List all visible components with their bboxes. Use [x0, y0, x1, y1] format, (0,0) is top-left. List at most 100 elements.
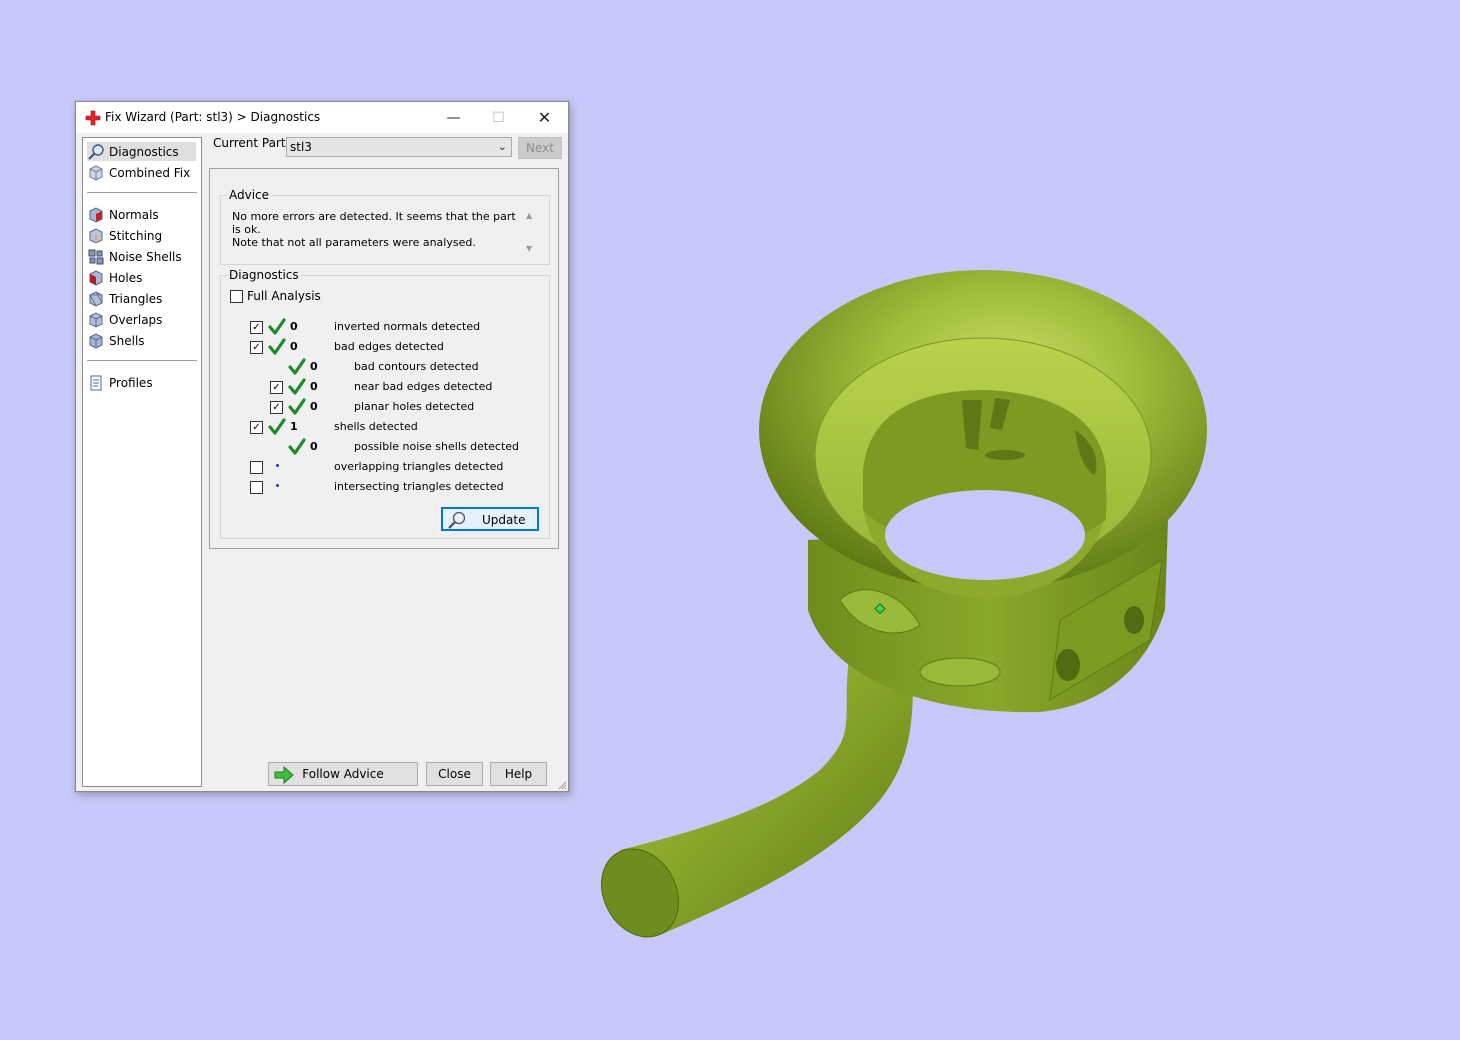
- current-part-value: stl3: [290, 140, 312, 154]
- title-bar[interactable]: Fix Wizard (Part: stl3) > Diagnostics — …: [76, 102, 568, 133]
- help-button-label: Help: [504, 767, 533, 781]
- current-part-label: Current Part:: [213, 136, 290, 150]
- close-window-button[interactable]: ✕: [522, 102, 567, 133]
- chevron-down-icon: ⌄: [497, 140, 507, 153]
- close-icon: ✕: [537, 108, 552, 127]
- row-label: bad contours detected: [354, 360, 479, 373]
- diagnostic-row: ✓ 1 shells detected: [221, 418, 549, 436]
- row-label: bad edges detected: [334, 340, 444, 353]
- close-button[interactable]: Close: [426, 762, 483, 786]
- row-checkbox[interactable]: [250, 481, 263, 494]
- update-button[interactable]: Update: [441, 507, 539, 531]
- normals-cube-icon: [89, 206, 103, 223]
- maximize-icon: ☐: [492, 109, 505, 126]
- nav-item-label: Profiles: [109, 375, 153, 390]
- nav-divider: [87, 192, 197, 193]
- triangles-cube-icon: [89, 290, 103, 307]
- nav-item-combined-fix[interactable]: Combined Fix: [87, 163, 190, 182]
- nav-item-overlaps[interactable]: Overlaps: [87, 310, 162, 329]
- nav-item-label: Noise Shells: [109, 249, 182, 264]
- follow-advice-button[interactable]: Follow Advice: [268, 762, 418, 786]
- stitching-cube-icon: [89, 227, 103, 244]
- nav-item-noise-shells[interactable]: Noise Shells: [87, 247, 182, 266]
- overlaps-cube-icon: [89, 311, 103, 328]
- green-arrow-right-icon: [274, 765, 294, 785]
- row-label: overlapping triangles detected: [334, 460, 504, 473]
- current-part-select[interactable]: stl3 ⌄: [286, 137, 512, 157]
- nav-item-label: Shells: [109, 333, 145, 348]
- green-check-icon: [288, 378, 306, 395]
- next-button[interactable]: Next: [518, 137, 562, 159]
- nav-item-label: Triangles: [109, 291, 163, 306]
- diagnostic-row: ✓ 0 inverted normals detected: [221, 318, 549, 336]
- diagnostic-row: overlapping triangles detected: [221, 458, 549, 476]
- diagnostics-panel: Advice No more errors are detected. It s…: [209, 168, 559, 549]
- row-checkbox[interactable]: ✓: [250, 421, 263, 434]
- full-analysis-option[interactable]: Full Analysis: [230, 289, 321, 303]
- diagnostics-title: Diagnostics: [227, 268, 301, 282]
- green-check-icon: [288, 438, 306, 455]
- noise-shells-icon: [88, 249, 104, 264]
- help-button[interactable]: Help: [490, 762, 547, 786]
- diagnostic-row: 0 bad contours detected: [221, 358, 549, 376]
- green-check-icon: [268, 318, 286, 335]
- diagnostic-row: ✓ 0 near bad edges detected: [221, 378, 549, 396]
- row-count: 0: [310, 400, 318, 413]
- nav-item-label: Overlaps: [109, 312, 163, 327]
- row-label: planar holes detected: [354, 400, 475, 413]
- next-button-label: Next: [526, 141, 554, 155]
- row-checkbox[interactable]: ✓: [250, 341, 263, 354]
- row-count: 0: [310, 440, 318, 453]
- red-cross-icon: [85, 110, 101, 126]
- maximize-button[interactable]: ☐: [476, 102, 521, 133]
- pending-dot-icon: [276, 484, 279, 487]
- green-check-icon: [288, 358, 306, 375]
- nav-item-triangles[interactable]: Triangles: [87, 289, 162, 308]
- row-checkbox[interactable]: ✓: [270, 401, 283, 414]
- shells-cube-icon: [89, 332, 103, 349]
- holes-cube-icon: [89, 269, 103, 286]
- follow-advice-label: Follow Advice: [302, 767, 384, 781]
- row-label: shells detected: [334, 420, 418, 433]
- row-count: 0: [290, 340, 298, 353]
- diagnostic-row: ✓ 0 bad edges detected: [221, 338, 549, 356]
- row-checkbox[interactable]: ✓: [250, 321, 263, 334]
- green-check-icon: [288, 398, 306, 415]
- scroll-down-icon[interactable]: ▼: [526, 244, 532, 253]
- minimize-icon: —: [446, 109, 461, 126]
- magnifier-icon: [88, 143, 104, 160]
- nav-item-shells[interactable]: Shells: [87, 331, 145, 350]
- row-label: possible noise shells detected: [354, 440, 520, 453]
- row-count: 0: [310, 360, 318, 373]
- minimize-button[interactable]: —: [431, 102, 476, 133]
- nav-item-normals[interactable]: Normals: [87, 205, 159, 224]
- row-checkbox[interactable]: [250, 461, 263, 474]
- advice-title: Advice: [227, 188, 272, 202]
- full-analysis-checkbox[interactable]: [230, 289, 243, 303]
- nav-item-label: Holes: [109, 270, 143, 285]
- resize-grip-icon[interactable]: [557, 780, 567, 790]
- nav-item-stitching[interactable]: Stitching: [87, 226, 162, 245]
- row-checkbox[interactable]: ✓: [270, 381, 283, 394]
- nav-item-label: Diagnostics: [109, 144, 179, 159]
- row-count: 0: [310, 380, 318, 393]
- row-label: inverted normals detected: [334, 320, 481, 333]
- scroll-up-icon[interactable]: ▲: [526, 211, 532, 220]
- row-count: 1: [290, 420, 298, 433]
- row-label: near bad edges detected: [354, 380, 493, 393]
- advice-group: Advice No more errors are detected. It s…: [220, 188, 550, 265]
- green-check-icon: [268, 338, 286, 355]
- nav-item-diagnostics[interactable]: Diagnostics: [87, 142, 196, 161]
- row-count: 0: [290, 320, 298, 333]
- advice-scrollbar[interactable]: ▲ ▼: [523, 210, 539, 254]
- magnifier-icon: [448, 511, 466, 529]
- wizard-nav: Diagnostics Combined Fix Normals Stitchi…: [82, 137, 202, 787]
- diagnostic-row: intersecting triangles detected: [221, 478, 549, 496]
- cube-icon: [89, 164, 103, 181]
- update-button-label: Update: [482, 513, 526, 527]
- nav-item-profiles[interactable]: Profiles: [87, 373, 153, 392]
- full-analysis-label: Full Analysis: [247, 289, 321, 303]
- document-icon: [90, 375, 102, 390]
- nav-item-holes[interactable]: Holes: [87, 268, 142, 287]
- fix-wizard-dialog: Fix Wizard (Part: stl3) > Diagnostics — …: [75, 101, 569, 792]
